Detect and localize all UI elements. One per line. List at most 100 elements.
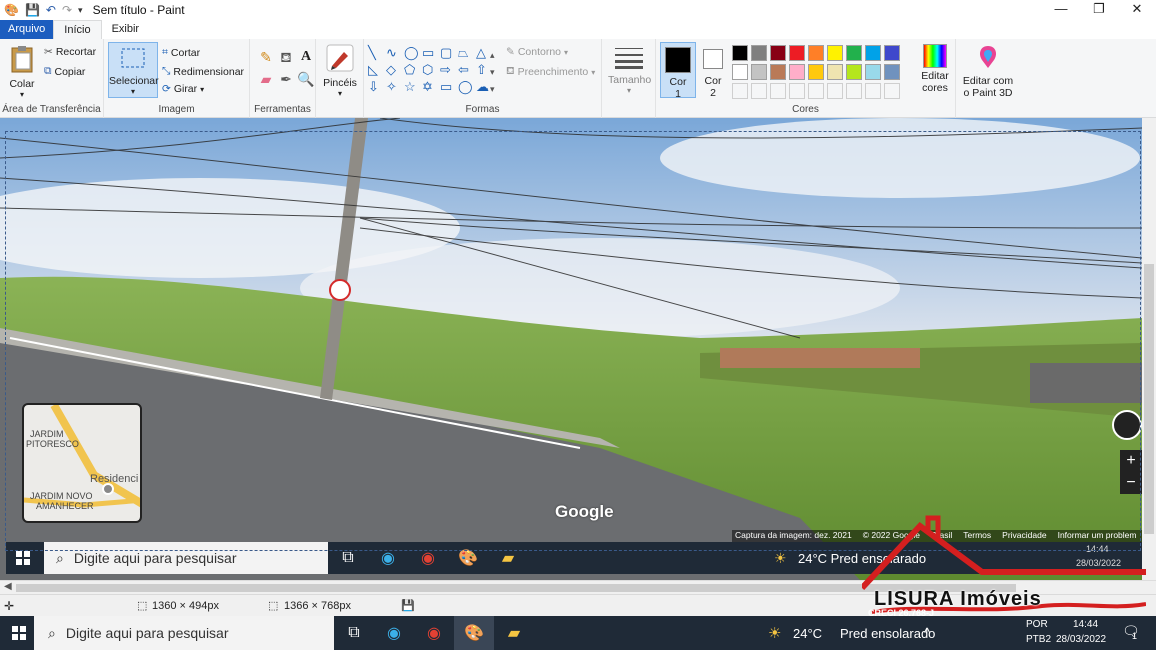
color-swatch[interactable] [846, 64, 862, 80]
oval-shape-icon[interactable]: ◯ [404, 45, 420, 62]
custom-color-slot[interactable] [865, 83, 881, 99]
polygon-shape-icon[interactable]: ⏢ [458, 45, 474, 62]
custom-color-slot[interactable] [884, 83, 900, 99]
canvas-area[interactable]: JARDIM PITORESCO Residenci JARDIM NOVO A… [0, 118, 1156, 580]
color-swatch[interactable] [808, 64, 824, 80]
edge-icon[interactable]: ◉ [374, 616, 414, 650]
color-swatch[interactable] [789, 64, 805, 80]
notification-icon[interactable]: 🗨 [1122, 623, 1140, 640]
resize-button[interactable]: ⤡ Redimensionar [162, 65, 244, 78]
color-swatch[interactable] [846, 45, 862, 61]
paint-taskbar-icon[interactable]: 🎨 [454, 616, 494, 650]
color1-button[interactable]: Cor 1 [660, 42, 696, 100]
copy-button[interactable]: ⧉ Copiar [44, 65, 85, 78]
magnifier-icon[interactable]: 🔍 [296, 71, 316, 93]
crop-button[interactable]: ⌗ Cortar [162, 46, 200, 59]
color-swatch[interactable] [789, 45, 805, 61]
callout-oval-shape-icon[interactable]: ◯ [458, 79, 474, 96]
redo-icon[interactable]: ↷ [62, 3, 72, 17]
weather-temp[interactable]: 24°C [793, 626, 822, 641]
color-swatch[interactable] [865, 45, 881, 61]
curve-shape-icon[interactable]: ∿ [386, 45, 402, 62]
left-arrow-shape-icon[interactable]: ⇦ [458, 62, 474, 79]
custom-color-slot[interactable] [732, 83, 748, 99]
rectangle-shape-icon[interactable]: ▭ [422, 45, 438, 62]
edit-colors-button[interactable]: Editar cores [918, 44, 952, 94]
zoom-out-button[interactable]: − [1120, 472, 1142, 494]
diamond-shape-icon[interactable]: ◇ [386, 62, 402, 79]
mini-map[interactable]: JARDIM PITORESCO Residenci JARDIM NOVO A… [22, 403, 142, 523]
cut-button[interactable]: ✂ Recortar [44, 46, 96, 58]
minimize-button[interactable]: — [1042, 0, 1080, 20]
vertical-scroll-thumb[interactable] [1144, 264, 1154, 534]
select-dropdown-icon[interactable]: ▾ [109, 87, 157, 96]
brushes-button[interactable]: Pincéis ▾ [322, 44, 358, 98]
color-swatch[interactable] [751, 45, 767, 61]
color-swatch[interactable] [751, 64, 767, 80]
hexagon-shape-icon[interactable]: ⬡ [422, 62, 438, 79]
color-swatch[interactable] [732, 64, 748, 80]
vertical-scrollbar[interactable] [1142, 118, 1156, 580]
scroll-left-icon[interactable]: ◀ [4, 581, 12, 592]
text-tool-icon[interactable]: A [296, 49, 316, 71]
color-picker-icon[interactable]: ✒ [276, 71, 296, 93]
paste-button[interactable]: Colar ▾ [6, 45, 38, 99]
callout-rect-shape-icon[interactable]: ▭ [440, 79, 456, 96]
right-arrow-shape-icon[interactable]: ⇨ [440, 62, 456, 79]
tab-view[interactable]: Exibir [102, 20, 150, 39]
custom-color-slot[interactable] [827, 83, 843, 99]
windows-start-button[interactable] [12, 626, 26, 640]
color-swatch[interactable] [827, 64, 843, 80]
fill-button[interactable]: ⛾ Preenchimento ▾ [506, 65, 595, 79]
tab-home[interactable]: Início [53, 20, 102, 39]
color-swatch[interactable] [865, 64, 881, 80]
keyboard-layout[interactable]: PTB2 [1026, 634, 1051, 645]
down-arrow-shape-icon[interactable]: ⇩ [368, 79, 384, 96]
pencil-icon[interactable]: ✎ [256, 49, 276, 71]
tab-file[interactable]: Arquivo [0, 20, 54, 39]
size-button[interactable]: Tamanho ▾ [608, 45, 651, 95]
maximize-button[interactable]: ❐ [1080, 0, 1118, 20]
language-code[interactable]: POR [1026, 619, 1048, 630]
pentagon-shape-icon[interactable]: ⬠ [404, 62, 420, 79]
file-explorer-icon[interactable]: ▰ [494, 616, 534, 650]
customize-quick-access-icon[interactable]: ▾ [78, 5, 83, 16]
custom-color-slot[interactable] [846, 83, 862, 99]
custom-color-slot[interactable] [789, 83, 805, 99]
line-shape-icon[interactable]: ╲ [368, 45, 384, 62]
close-button[interactable]: ✕ [1118, 0, 1156, 20]
custom-color-slot[interactable] [770, 83, 786, 99]
color-swatch[interactable] [808, 45, 824, 61]
rounded-rectangle-shape-icon[interactable]: ▢ [440, 45, 456, 62]
color-swatch[interactable] [770, 45, 786, 61]
custom-color-slot[interactable] [751, 83, 767, 99]
color2-button[interactable]: Cor 2 [698, 42, 728, 99]
task-view-button[interactable]: ⧉ [334, 616, 374, 650]
six-point-star-shape-icon[interactable]: ✡ [422, 79, 438, 96]
color-swatch[interactable] [770, 64, 786, 80]
rotate-button[interactable]: ⟳ Girar ▾ [162, 83, 204, 95]
save-icon[interactable]: 💾 [25, 3, 40, 17]
compass-icon[interactable] [1112, 410, 1142, 440]
color-swatch[interactable] [884, 64, 900, 80]
five-point-star-shape-icon[interactable]: ☆ [404, 79, 420, 96]
outline-button[interactable]: ✎ Contorno ▾ [506, 46, 568, 58]
right-triangle-shape-icon[interactable]: ◺ [368, 62, 384, 79]
four-point-star-shape-icon[interactable]: ✧ [386, 79, 402, 96]
clock-date[interactable]: 28/03/2022 [1056, 634, 1106, 645]
paste-dropdown-icon[interactable]: ▾ [6, 90, 38, 99]
brushes-dropdown-icon[interactable]: ▾ [322, 89, 358, 98]
chrome-icon[interactable]: ◉ [414, 616, 454, 650]
color-swatch[interactable] [884, 45, 900, 61]
taskbar-search-box[interactable]: ⌕ Digite aqui para pesquisar [34, 616, 334, 650]
fill-bucket-icon[interactable]: ⛾ [276, 49, 296, 71]
paint3d-button[interactable]: Editar com o Paint 3D [960, 44, 1016, 99]
clock-time[interactable]: 14:44 [1073, 619, 1098, 630]
custom-color-slot[interactable] [808, 83, 824, 99]
undo-icon[interactable]: ↶ [46, 3, 56, 17]
weather-text[interactable]: Pred ensolarado [840, 626, 935, 641]
shapes-scroll[interactable]: ▴ ▾ ▾ [490, 47, 495, 98]
color-swatch[interactable] [827, 45, 843, 61]
show-hidden-icons[interactable]: ^ [924, 625, 930, 640]
zoom-in-button[interactable]: + [1120, 450, 1142, 472]
